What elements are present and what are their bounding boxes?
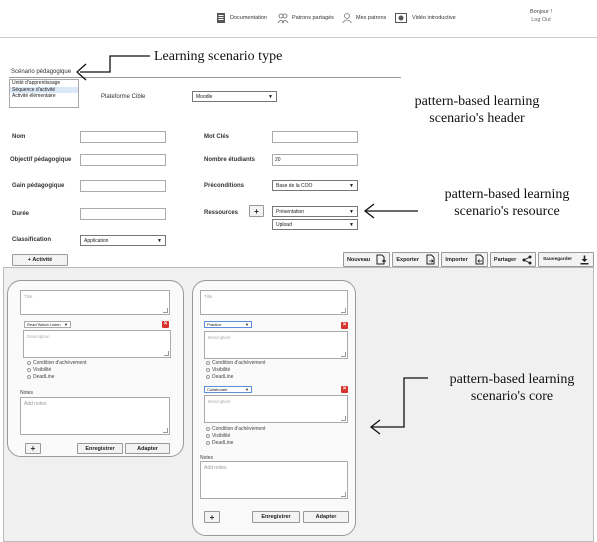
- annotation-scenario-type: Learning scenario type: [154, 49, 283, 64]
- annotation-arrows: [76, 55, 428, 435]
- annotation-resource: pattern-based learning scenario's resour…: [444, 187, 570, 219]
- annotation-header: pattern-based learning scenario's header: [414, 94, 540, 126]
- annotation-core: pattern-based learning scenario's core: [449, 372, 575, 404]
